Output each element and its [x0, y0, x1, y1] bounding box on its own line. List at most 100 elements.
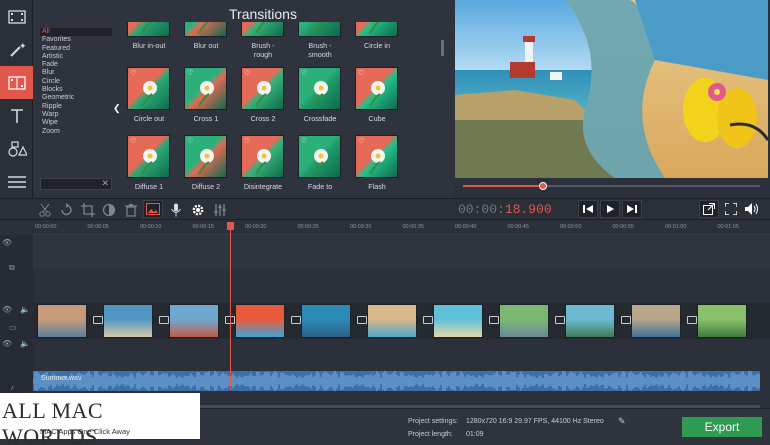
transition-tile[interactable]: ♡ Diffuse 1	[127, 135, 173, 191]
export-window-icon[interactable]	[699, 200, 719, 218]
trash-icon[interactable]	[123, 202, 139, 218]
equalizer-icon[interactable]	[212, 202, 228, 218]
category-item[interactable]: Artistic	[40, 53, 112, 61]
playhead[interactable]	[230, 222, 231, 390]
video-clip[interactable]	[367, 304, 417, 338]
scissors-icon[interactable]	[37, 202, 53, 218]
transition-marker-icon[interactable]	[159, 316, 169, 324]
edit-pencil-icon[interactable]: ✎	[618, 416, 626, 427]
video-clip[interactable]	[697, 304, 747, 338]
clear-search-icon[interactable]: ✕	[101, 178, 109, 189]
shapes-icon[interactable]	[0, 132, 33, 165]
favorite-heart-icon[interactable]: ♡	[187, 137, 193, 145]
category-item[interactable]: Circle	[40, 78, 112, 86]
category-item[interactable]: Favorites	[40, 36, 112, 44]
titles-text-icon[interactable]	[0, 99, 33, 132]
favorite-heart-icon[interactable]: ♡	[130, 69, 136, 77]
favorite-heart-icon[interactable]: ♡	[301, 137, 307, 145]
transition-tile[interactable]: ♡ Disintegrate	[241, 135, 287, 191]
speaker-icon[interactable]: 🔈	[20, 305, 30, 314]
fullscreen-icon[interactable]	[721, 200, 741, 218]
video-clip[interactable]	[169, 304, 219, 338]
category-item[interactable]: Featured	[40, 45, 112, 53]
transition-tile[interactable]: ♡ Blur in-out	[127, 22, 173, 50]
skip-forward-icon[interactable]	[622, 200, 642, 218]
video-clip[interactable]	[37, 304, 87, 338]
seek-bar[interactable]	[463, 182, 760, 190]
microphone-icon[interactable]	[168, 202, 184, 218]
category-item[interactable]: Fade	[40, 61, 112, 69]
category-search-input[interactable]: ✕	[40, 178, 112, 190]
transition-marker-icon[interactable]	[423, 316, 433, 324]
scrollbar-thumb[interactable]	[441, 40, 444, 56]
volume-icon[interactable]	[742, 200, 762, 218]
crop-icon[interactable]	[80, 202, 96, 218]
timeline-ruler[interactable]: 00:00:00 00:00:05 00:00:10 00:00:15 00:00:20…	[33, 221, 770, 235]
category-item[interactable]: Blur	[40, 69, 112, 77]
list-menu-icon[interactable]	[0, 165, 33, 198]
favorite-heart-icon[interactable]: ♡	[187, 69, 193, 77]
transition-tile[interactable]: ♡ Cube	[355, 67, 401, 123]
video-clip[interactable]	[565, 304, 615, 338]
transition-tile[interactable]: ♡ Circle in	[355, 22, 401, 50]
favorite-heart-icon[interactable]: ♡	[301, 69, 307, 77]
skip-back-icon[interactable]	[578, 200, 598, 218]
eye-icon[interactable]: 👁	[2, 238, 12, 247]
transition-tile[interactable]: ♡ Cross 2	[241, 67, 287, 123]
category-item[interactable]: Warp	[40, 111, 112, 119]
settings-gear-icon[interactable]	[190, 202, 206, 218]
play-icon[interactable]	[600, 200, 620, 218]
transition-thumbnail: ♡	[184, 135, 227, 178]
title-track[interactable]	[33, 270, 770, 302]
seek-handle[interactable]	[539, 182, 548, 190]
category-item[interactable]: All	[40, 28, 112, 37]
color-adjust-icon[interactable]	[101, 202, 117, 218]
magic-wand-icon[interactable]: ✦	[0, 33, 33, 66]
video-clip[interactable]	[499, 304, 549, 338]
video-clip[interactable]	[103, 304, 153, 338]
video-clip[interactable]	[301, 304, 351, 338]
rotate-icon[interactable]	[58, 202, 74, 218]
import-media-icon[interactable]	[0, 0, 33, 33]
overlay-track[interactable]	[33, 236, 770, 269]
transition-tile[interactable]: ♡ Diffuse 2	[184, 135, 230, 191]
category-item[interactable]: Blocks	[40, 86, 112, 94]
transition-tile[interactable]: ♡ Brush - rough	[241, 22, 287, 59]
image-icon[interactable]	[143, 200, 163, 218]
video-preview[interactable]	[455, 0, 768, 178]
transition-marker-icon[interactable]	[621, 316, 631, 324]
video-clip[interactable]	[631, 304, 681, 338]
eye-icon[interactable]: 👁	[2, 305, 12, 314]
transition-tile[interactable]: ♡ Brush - smooth	[298, 22, 344, 59]
export-button[interactable]: Export	[682, 417, 762, 437]
transition-marker-icon[interactable]	[489, 316, 499, 324]
transition-tile[interactable]: ♡ Flash	[355, 135, 401, 191]
video-clip[interactable]	[433, 304, 483, 338]
category-item[interactable]: Geometric	[40, 94, 112, 102]
video-clip[interactable]	[235, 304, 285, 338]
favorite-heart-icon[interactable]: ♡	[244, 69, 250, 77]
eye-icon[interactable]: 👁	[2, 339, 12, 348]
transition-tile[interactable]: ♡ Circle out	[127, 67, 173, 123]
transition-tile[interactable]: ♡ Fade to	[298, 135, 344, 191]
favorite-heart-icon[interactable]: ♡	[244, 137, 250, 145]
favorite-heart-icon[interactable]: ♡	[358, 137, 364, 145]
transition-marker-icon[interactable]	[357, 316, 367, 324]
speaker-icon[interactable]: 🔈	[20, 339, 30, 348]
category-item[interactable]: Zoom	[40, 128, 112, 136]
category-item[interactable]: Ripple	[40, 103, 112, 111]
transition-tile[interactable]: ♡ Cross 1	[184, 67, 230, 123]
transition-marker-icon[interactable]	[687, 316, 697, 324]
audio-track-empty[interactable]	[33, 340, 770, 370]
transition-tile[interactable]: ♡ Blur out	[184, 22, 230, 50]
transition-marker-icon[interactable]	[93, 316, 103, 324]
transition-tile[interactable]: ♡ Crossfade	[298, 67, 344, 123]
collapse-panel-icon[interactable]: ❮	[113, 103, 121, 114]
favorite-heart-icon[interactable]: ♡	[130, 137, 136, 145]
transition-marker-icon[interactable]	[555, 316, 565, 324]
favorite-heart-icon[interactable]: ♡	[358, 69, 364, 77]
category-item[interactable]: Wipe	[40, 119, 112, 127]
transition-marker-icon[interactable]	[291, 316, 301, 324]
transitions-filmstrip-icon[interactable]	[0, 66, 33, 99]
audio-clip[interactable]: Summer.wav	[33, 371, 760, 391]
